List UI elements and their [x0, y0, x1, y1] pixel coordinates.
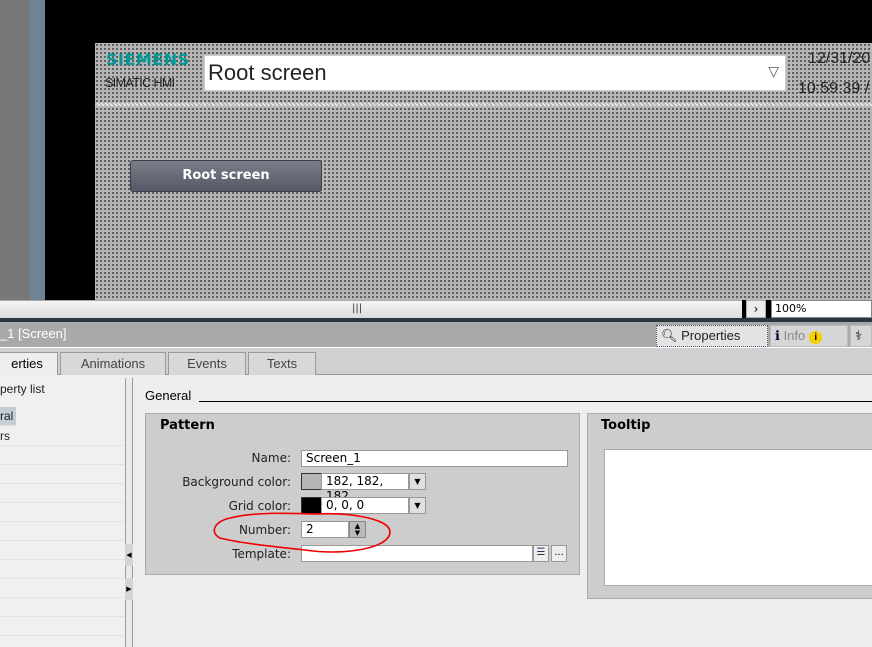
- sidebar-row: [0, 617, 125, 636]
- tab-animations[interactable]: Animations: [60, 352, 166, 375]
- inspector-title: _1 [Screen]: [0, 326, 67, 341]
- siemens-logo: SIEMENS: [106, 50, 190, 69]
- panel-tab-info[interactable]: ℹ Info i: [770, 325, 848, 347]
- diagnostics-icon: ⚕: [855, 328, 863, 343]
- panel-tab-info-label: Info: [783, 328, 806, 343]
- info-icon: ℹ: [775, 328, 784, 343]
- zoom-field[interactable]: 100%: [771, 300, 872, 318]
- chevron-down-icon[interactable]: ▼: [409, 497, 426, 514]
- properties-icon: 🔍︎: [661, 328, 682, 343]
- left-panel-border: [30, 0, 45, 300]
- section-title-general: General: [145, 388, 192, 403]
- tooltip-textarea[interactable]: [604, 449, 872, 586]
- red-annotation-circle: [213, 512, 391, 553]
- sidebar-row: [0, 503, 125, 522]
- horizontal-scrollbar[interactable]: |||: [0, 300, 742, 318]
- tab-properties[interactable]: erties: [0, 352, 58, 376]
- sidebar-property-list[interactable]: perty list: [0, 380, 125, 399]
- collapse-left-icon[interactable]: ◀: [125, 544, 133, 566]
- panel-tab-properties-label: Properties: [681, 328, 741, 343]
- sidebar-row: [0, 446, 125, 465]
- sidebar-item-general[interactable]: ral: [0, 407, 16, 426]
- sidebar-row: [0, 465, 125, 484]
- sidebar-row: [0, 484, 125, 503]
- hmi-header-divider: [95, 103, 872, 106]
- screen-selector-dropdown[interactable]: Root screen ▽: [204, 55, 786, 91]
- browse-button[interactable]: ...: [551, 545, 567, 562]
- info-badge-icon: i: [809, 331, 823, 344]
- sidebar-row: [0, 598, 125, 617]
- sidebar-row: [0, 560, 125, 579]
- sidebar-row: [0, 541, 125, 560]
- chevron-down-icon: ▽: [768, 64, 779, 80]
- expand-right-icon[interactable]: ▶: [125, 578, 133, 600]
- sidebar-row: [0, 579, 125, 598]
- name-label: Name:: [251, 451, 291, 465]
- hmi-time: 10:59:39 /: [798, 80, 870, 97]
- tab-texts[interactable]: Texts: [248, 352, 316, 375]
- property-sidebar: perty list ral rs: [0, 375, 125, 647]
- sidebar-item-layers[interactable]: rs: [0, 427, 125, 446]
- sidebar-row: [0, 522, 125, 541]
- list-icon[interactable]: ☰: [533, 545, 549, 562]
- panel-tab-diagnostics[interactable]: ⚕: [850, 325, 872, 347]
- section-divider: [199, 401, 872, 402]
- pattern-title: Pattern: [160, 418, 215, 433]
- name-input[interactable]: Screen_1: [301, 450, 568, 467]
- chevron-down-icon[interactable]: ▼: [409, 473, 426, 490]
- background-color-swatch[interactable]: [301, 473, 322, 490]
- background-color-value[interactable]: 182, 182, 182: [321, 473, 409, 503]
- background-color-label: Background color:: [182, 475, 291, 489]
- left-panel-edge: [0, 0, 30, 300]
- hmi-date: 12/31/20: [808, 50, 871, 67]
- simatic-hmi-label: SIMATIC HMI: [105, 76, 175, 90]
- root-screen-button[interactable]: Root screen: [130, 160, 322, 192]
- panel-tab-properties[interactable]: 🔍︎ Properties: [656, 325, 768, 347]
- tooltip-title: Tooltip: [601, 418, 651, 433]
- sidebar-splitter[interactable]: [125, 378, 133, 647]
- scroll-right-button[interactable]: ›: [746, 300, 766, 318]
- tab-events[interactable]: Events: [168, 352, 246, 375]
- scrollbar-grip-icon: |||: [352, 303, 363, 314]
- screen-selector-value: Root screen: [208, 60, 327, 85]
